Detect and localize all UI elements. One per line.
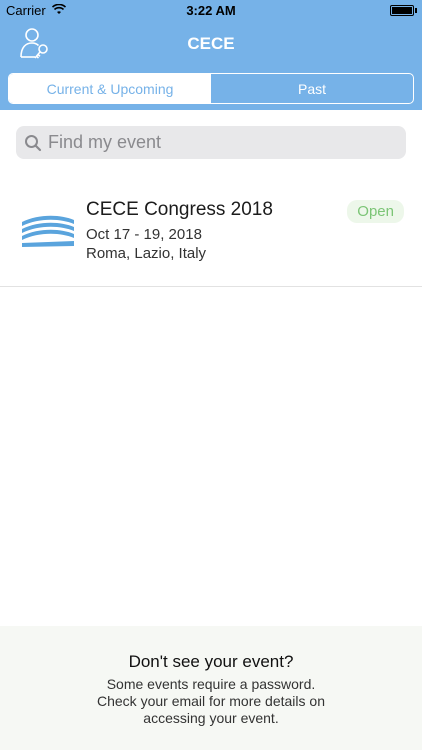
event-location: Roma, Lazio, Italy <box>86 245 207 262</box>
search-input[interactable] <box>48 132 388 153</box>
colosseum-logo-icon <box>22 215 74 247</box>
search-icon <box>25 134 42 151</box>
event-name: CECE Congress 2018 <box>86 199 273 220</box>
battery-tip <box>415 8 417 13</box>
page-title: CECE <box>187 34 235 53</box>
footer-text: Some events require a password. Check yo… <box>97 676 325 726</box>
search-bar[interactable] <box>16 126 406 159</box>
event-filter-tabs: Current & Upcoming Past <box>8 73 414 104</box>
battery-icon <box>390 5 414 16</box>
status-time: 3:22 AM <box>186 3 236 18</box>
status-badge: Open <box>347 200 404 223</box>
event-dates: Oct 17 - 19, 2018 <box>86 226 202 243</box>
tab-past[interactable]: Past <box>211 74 413 103</box>
event-list-item[interactable]: CECE Congress 2018 Oct 17 - 19, 2018 Rom… <box>0 180 422 286</box>
list-divider <box>0 286 422 287</box>
tab-current-upcoming[interactable]: Current & Upcoming <box>9 74 211 103</box>
app-screen: Carrier 3:22 AM CECE Current & Upcoming … <box>0 0 422 750</box>
footer-title: Don't see your event? <box>128 652 294 671</box>
status-bar: Carrier 3:22 AM <box>0 0 422 22</box>
header: Carrier 3:22 AM CECE Current & Upcoming … <box>0 0 422 110</box>
footer-help: Don't see your event? Some events requir… <box>0 626 422 750</box>
